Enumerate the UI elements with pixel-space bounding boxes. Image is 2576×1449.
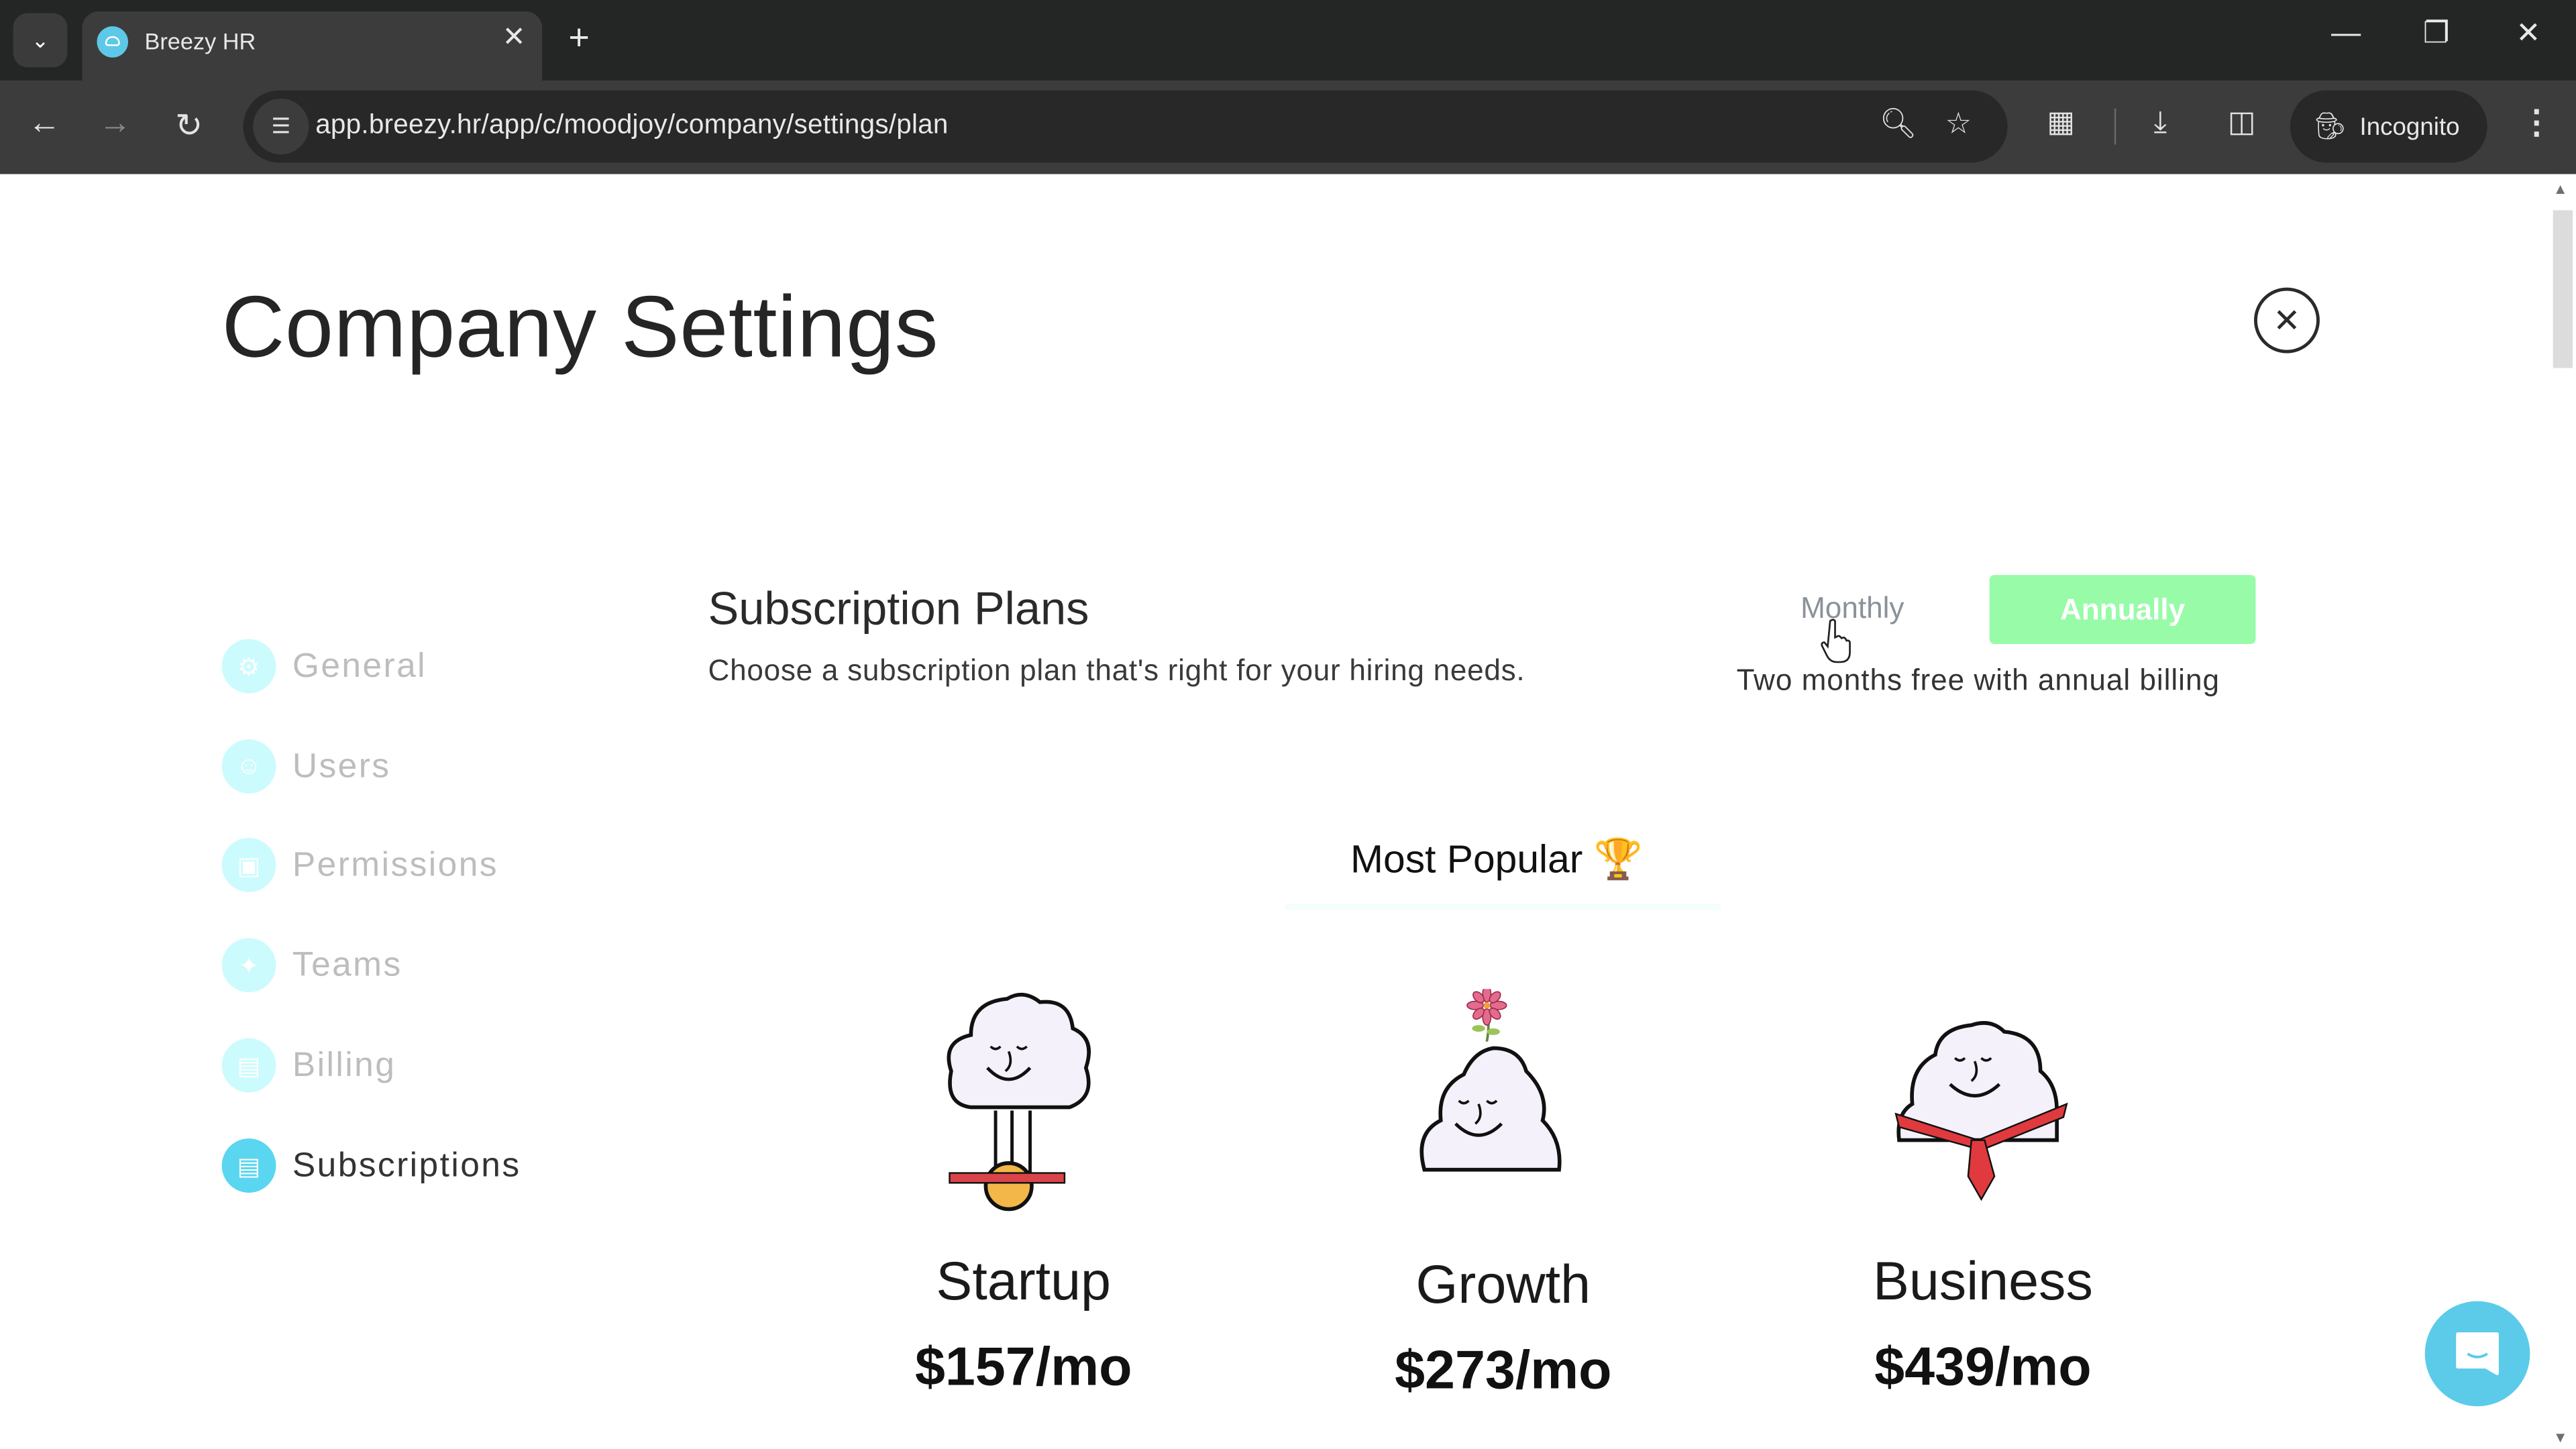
star-icon[interactable]: ☆ xyxy=(1945,107,1972,141)
incognito-icon: 🕵︎ xyxy=(2313,113,2347,142)
tab-title: Breezy HR xyxy=(144,28,256,54)
scrollbar-thumb[interactable] xyxy=(2553,210,2573,368)
cloud-flower-illustration xyxy=(1419,985,1562,1172)
chat-widget-button[interactable] xyxy=(2424,1301,2530,1407)
subscription-plans-title: Subscription Plans xyxy=(708,583,1089,635)
lock-icon: ▣ xyxy=(221,837,276,892)
gear-icon: ⚙ xyxy=(221,639,276,694)
sidebar-item-label: Teams xyxy=(292,945,402,983)
close-icon: ✕ xyxy=(2516,16,2541,50)
site-info-button[interactable]: ☰ xyxy=(253,98,309,155)
subscription-plans-subtitle: Choose a subscription plan that's right … xyxy=(708,653,1525,687)
download-icon[interactable]: ⤓ xyxy=(2154,105,2167,140)
puzzle-icon[interactable]: ▦ xyxy=(2047,105,2075,140)
side-panel-icon[interactable]: ◫ xyxy=(2228,105,2256,140)
sidebar-item-teams[interactable]: ✦ Teams xyxy=(221,938,402,993)
arrow-right-icon: → xyxy=(98,105,131,142)
browser-window: ⌄ Breezy HR ✕ + — ❐ ✕ ← → ↻ ☰ app.breezy… xyxy=(0,0,2576,1449)
sidebar-item-label: Billing xyxy=(292,1045,396,1084)
page-title: Company Settings xyxy=(221,279,939,376)
scroll-up-arrow-icon[interactable]: ▲ xyxy=(2553,180,2568,197)
sidebar-item-billing[interactable]: ▤ Billing xyxy=(221,1038,396,1093)
sidebar-item-label: Permissions xyxy=(292,845,498,883)
chat-bubble-icon xyxy=(2456,1332,2499,1375)
scroll-down-arrow-icon[interactable]: ▼ xyxy=(2553,1430,2568,1446)
breezy-cloud-icon xyxy=(97,26,129,58)
back-button[interactable]: ← xyxy=(23,105,66,143)
plan-price: $439/mo xyxy=(1874,1336,2092,1397)
plan-card-business[interactable]: Business $439/mo xyxy=(1786,989,2180,1398)
plus-icon: + xyxy=(568,16,590,58)
sidebar-item-subscriptions[interactable]: ▤ Subscriptions xyxy=(221,1138,521,1193)
plan-name: Growth xyxy=(1415,1253,1591,1315)
forward-button[interactable]: → xyxy=(94,105,137,143)
cloud-necktie-illustration xyxy=(1894,1021,2068,1201)
plan-card-growth[interactable]: Growth $273/mo xyxy=(1306,985,1701,1401)
annual-billing-note: Two months free with annual billing xyxy=(1736,663,2220,697)
sidebar-item-permissions[interactable]: ▣ Permissions xyxy=(221,837,498,892)
sidebar-item-label: Users xyxy=(292,747,391,785)
sidebar-item-label: General xyxy=(292,646,427,685)
user-icon: ☺ xyxy=(221,739,276,794)
close-icon: ✕ xyxy=(2273,303,2301,339)
most-popular-label: Most Popular xyxy=(1350,837,1583,883)
credit-card-icon: ▤ xyxy=(221,1038,276,1093)
tab-breezy-hr[interactable]: Breezy HR ✕ xyxy=(82,11,543,81)
cloud-unicycle-illustration xyxy=(947,992,1091,1212)
plan-name: Business xyxy=(1872,1250,2093,1311)
browser-toolbar: ← → ↻ ☰ app.breezy.hr/app/c/moodjoy/comp… xyxy=(0,80,2576,174)
chevron-down-icon: ⌄ xyxy=(31,27,50,52)
reload-button[interactable]: ↻ xyxy=(168,105,211,146)
minimize-icon: — xyxy=(2331,16,2361,50)
sidebar-item-general[interactable]: ⚙ General xyxy=(221,639,427,694)
trophy-icon: 🏆 xyxy=(1593,837,1643,883)
list-icon: ▤ xyxy=(221,1138,276,1193)
incognito-profile-button[interactable]: 🕵︎ Incognito xyxy=(2290,90,2487,163)
plan-price: $157/mo xyxy=(914,1336,1132,1397)
toolbar-divider xyxy=(2114,108,2116,145)
tab-search-button[interactable]: ⌄ xyxy=(13,13,68,68)
billing-annually-toggle[interactable]: Annually xyxy=(1989,575,2256,645)
close-window-button[interactable]: ✕ xyxy=(2504,16,2553,50)
team-icon: ✦ xyxy=(221,938,276,993)
new-tab-button[interactable]: + xyxy=(568,16,589,59)
plan-card-startup[interactable]: Startup $157/mo xyxy=(826,989,1221,1398)
close-icon[interactable]: ✕ xyxy=(502,21,526,54)
incognito-label: Incognito xyxy=(2359,112,2460,141)
url-text[interactable]: app.breezy.hr/app/c/moodjoy/company/sett… xyxy=(315,110,948,142)
sidebar-item-label: Subscriptions xyxy=(292,1146,521,1184)
reload-icon: ↻ xyxy=(175,108,203,145)
zoom-icon[interactable]: 🔍︎ xyxy=(1880,107,1917,141)
minimize-button[interactable]: — xyxy=(2321,16,2370,50)
most-popular-highlight xyxy=(1285,903,1722,910)
plan-price: $273/mo xyxy=(1395,1338,1612,1400)
sidebar-item-users[interactable]: ☺ Users xyxy=(221,739,391,794)
restore-button[interactable]: ❐ xyxy=(2412,16,2461,50)
tab-strip: ⌄ Breezy HR ✕ + — ❐ ✕ xyxy=(0,0,2576,81)
plan-name: Startup xyxy=(936,1250,1112,1311)
arrow-left-icon: ← xyxy=(28,105,61,142)
page-content: Company Settings ✕ ⚙ General ☺ Users ▣ P… xyxy=(0,174,2576,1449)
address-bar[interactable]: ☰ app.breezy.hr/app/c/moodjoy/company/se… xyxy=(243,90,2008,163)
most-popular-badge: Most Popular 🏆 xyxy=(1350,837,1643,884)
close-settings-button[interactable]: ✕ xyxy=(2254,287,2320,354)
tune-icon: ☰ xyxy=(271,113,291,138)
hand-cursor-icon xyxy=(1821,619,1851,663)
kebab-menu-icon[interactable]: ⋮ xyxy=(2520,102,2553,143)
page-scrollbar[interactable]: ▲ ▼ xyxy=(2546,174,2576,1449)
restore-icon: ❐ xyxy=(2423,16,2450,50)
